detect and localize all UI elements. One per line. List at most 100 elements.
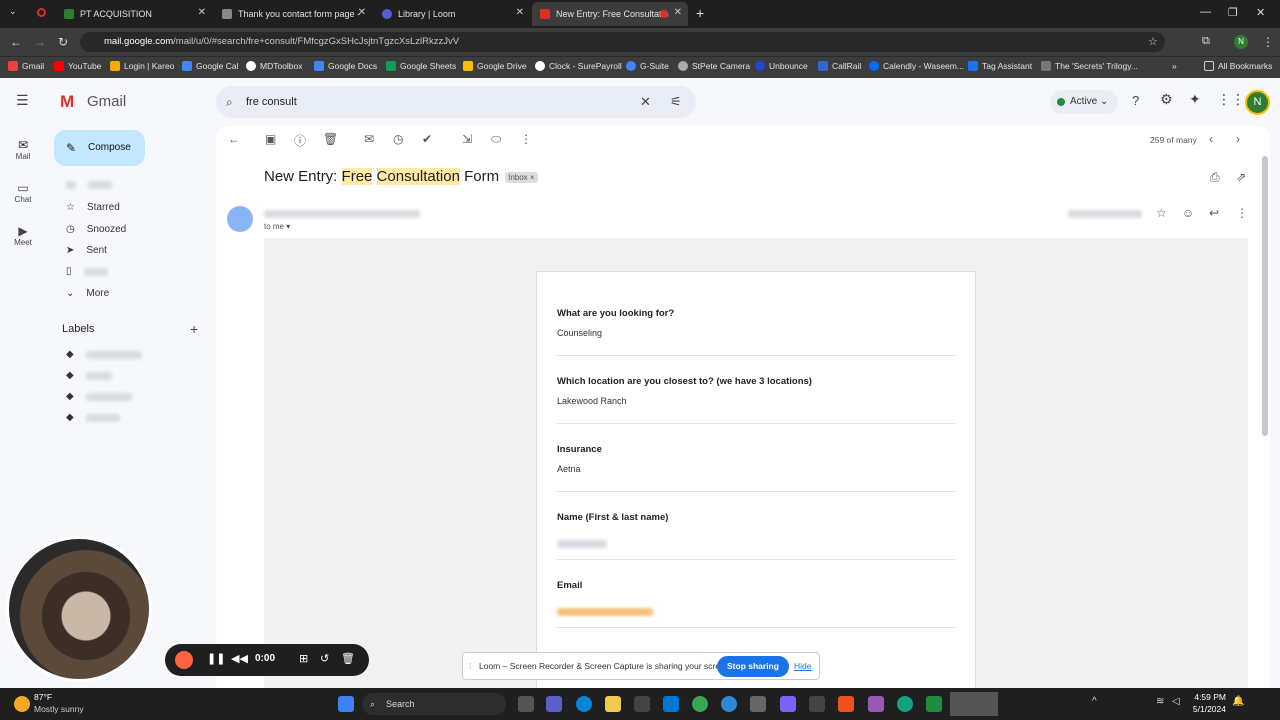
task-view-icon[interactable]	[518, 696, 534, 712]
move-to-icon[interactable]: ⇲	[462, 132, 472, 146]
bookmark-tag-assistant[interactable]: Tag Assistant	[968, 61, 1032, 71]
archive-icon[interactable]: ▣	[265, 132, 276, 146]
wifi-icon[interactable]: ≋	[1156, 696, 1164, 707]
bookmark-callrail[interactable]: CallRail	[818, 61, 861, 71]
forward-icon[interactable]: →	[34, 35, 46, 49]
label-item[interactable]: ◆	[66, 391, 132, 402]
bookmark-secrets-trilogy[interactable]: The 'Secrets' Trilogy...	[1041, 61, 1138, 71]
settings-gear-icon[interactable]: ⚙	[1160, 91, 1173, 108]
app-icon[interactable]	[721, 696, 737, 712]
volume-icon[interactable]: ◁	[1172, 696, 1180, 707]
menu-icon[interactable]: ⋮	[1262, 35, 1274, 49]
search-app-icon[interactable]	[809, 696, 825, 712]
star-message-icon[interactable]: ☆	[1156, 206, 1167, 220]
sidebar-item-more[interactable]: ⌄ More	[66, 288, 109, 299]
bookmark-google-drive[interactable]: Google Drive	[463, 61, 527, 71]
snooze-icon[interactable]: ◷	[393, 132, 403, 146]
label-icon[interactable]: ⬭	[491, 132, 501, 147]
notification-bell-icon[interactable]: 🔔	[1232, 696, 1244, 707]
sidebar-item-snoozed[interactable]: ◷ Snoozed	[66, 224, 126, 235]
clock-date[interactable]: 5/1/2024	[1188, 704, 1226, 714]
grid-icon[interactable]: ⊞	[299, 652, 308, 665]
close-icon[interactable]: ✕	[358, 7, 366, 18]
mark-unread-icon[interactable]: ✉	[364, 132, 374, 146]
reply-icon[interactable]: ↩	[1209, 206, 1219, 220]
tab-pt-acquisition[interactable]: PT ACQUISITION ✕	[56, 2, 212, 26]
minimize-icon[interactable]: —	[1200, 6, 1211, 18]
scrollbar[interactable]	[1262, 156, 1268, 436]
more-options-icon[interactable]: ⋮	[520, 132, 532, 146]
bookmark-gmail[interactable]: Gmail	[8, 61, 44, 71]
sender-avatar[interactable]	[227, 206, 253, 232]
bookmark-google-docs[interactable]: Google Docs	[314, 61, 377, 71]
search-icon[interactable]: ⌕	[226, 86, 233, 118]
taskbar-search[interactable]: ⌕ Search	[362, 693, 506, 715]
extensions-icon[interactable]: ⧉	[1202, 35, 1210, 48]
office-icon[interactable]	[838, 696, 854, 712]
open-new-window-icon[interactable]: ⇗	[1236, 170, 1246, 184]
label-item[interactable]: ◆	[66, 412, 120, 423]
file-explorer-icon[interactable]	[605, 696, 621, 712]
add-task-icon[interactable]: ✔	[422, 132, 432, 146]
restart-icon[interactable]: ↺	[320, 652, 329, 665]
print-icon[interactable]: ⎙	[1210, 170, 1220, 185]
mail-app-icon[interactable]	[663, 696, 679, 712]
bookmark-calendly[interactable]: Calendly - Waseem...	[869, 61, 964, 71]
hide-banner-link[interactable]: Hide	[794, 661, 811, 671]
bookmark-kareo[interactable]: Login | Kareo	[110, 61, 174, 71]
teams-icon[interactable]	[546, 696, 562, 712]
label-item[interactable]: ◆	[66, 349, 142, 360]
bookmark-google-sheets[interactable]: Google Sheets	[386, 61, 456, 71]
store-icon[interactable]	[634, 696, 650, 712]
gemini-sparkle-icon[interactable]: ✦	[1189, 91, 1201, 108]
profile-avatar[interactable]: N	[1234, 35, 1248, 49]
new-tab-button[interactable]: +	[692, 2, 712, 26]
sidebar-item-starred[interactable]: ☆ Starred	[66, 202, 120, 213]
bookmark-mdtoolbox[interactable]: MDToolbox	[246, 61, 303, 71]
main-menu-icon[interactable]: ☰	[16, 92, 29, 109]
tab-list-button[interactable]: ⌄	[0, 2, 28, 26]
rail-meet[interactable]: ▶ Meet	[0, 224, 46, 247]
pause-icon[interactable]: ❚❚	[207, 652, 225, 665]
loom-app-icon[interactable]	[780, 696, 796, 712]
inbox-label-chip[interactable]: Inbox ×	[505, 171, 538, 183]
bookmark-stpete-camera[interactable]: StPete Camera	[678, 61, 750, 71]
weather-sun-icon[interactable]	[14, 696, 30, 712]
bookmark-surepayroll[interactable]: Clock - SurePayroll	[535, 61, 622, 71]
clipchamp-icon[interactable]	[868, 696, 884, 712]
all-bookmarks-folder[interactable]: All Bookmarks	[1204, 61, 1272, 71]
sidebar-item-sent[interactable]: ➤ Sent	[66, 245, 107, 256]
rail-chat[interactable]: ▭ Chat	[0, 181, 46, 204]
tray-overflow-icon[interactable]: ^	[1092, 696, 1097, 707]
taskbar-preview[interactable]	[950, 692, 998, 716]
back-to-list-icon[interactable]: ←	[228, 132, 240, 146]
calculator-icon[interactable]	[750, 696, 766, 712]
stop-recording-icon[interactable]	[175, 651, 193, 669]
tab-thank-you[interactable]: Thank you contact form page - ✕	[214, 2, 372, 26]
bookmark-unbounce[interactable]: Unbounce	[755, 61, 808, 71]
rail-mail[interactable]: ✉ Mail	[0, 138, 46, 161]
chrome-icon[interactable]	[692, 696, 708, 712]
bookmark-star-icon[interactable]: ☆	[1148, 35, 1158, 48]
report-spam-icon[interactable]: ⓘ	[294, 132, 306, 149]
chatgpt-icon[interactable]	[897, 696, 913, 712]
bookmark-google-cal[interactable]: Google Cal	[182, 61, 239, 71]
close-window-icon[interactable]: ✕	[1256, 6, 1265, 19]
add-label-icon[interactable]: +	[190, 321, 198, 337]
help-icon[interactable]: ?	[1132, 93, 1139, 108]
status-selector[interactable]: Active ⌄	[1050, 90, 1119, 114]
search-input[interactable]: ⌕ fre consult ✕ ⚟	[216, 86, 696, 118]
newer-chevron-icon[interactable]: ‹	[1209, 132, 1213, 146]
bookmark-gsuite[interactable]: G-Suite	[626, 61, 669, 71]
close-icon[interactable]: ✕	[516, 7, 524, 18]
search-options-icon[interactable]: ⚟	[670, 86, 682, 118]
webcam-bubble[interactable]	[6, 536, 152, 682]
gmail-logo-icon[interactable]: M	[60, 92, 74, 112]
clear-search-icon[interactable]: ✕	[640, 86, 651, 118]
delete-icon[interactable]: 🗑	[323, 132, 338, 146]
close-icon[interactable]: ✕	[674, 7, 682, 18]
account-avatar[interactable]: N	[1245, 90, 1270, 115]
compose-button[interactable]: ✎ Compose	[54, 130, 145, 166]
bookmarks-overflow-icon[interactable]: »	[1172, 61, 1177, 71]
reload-icon[interactable]: ↻	[58, 35, 68, 49]
